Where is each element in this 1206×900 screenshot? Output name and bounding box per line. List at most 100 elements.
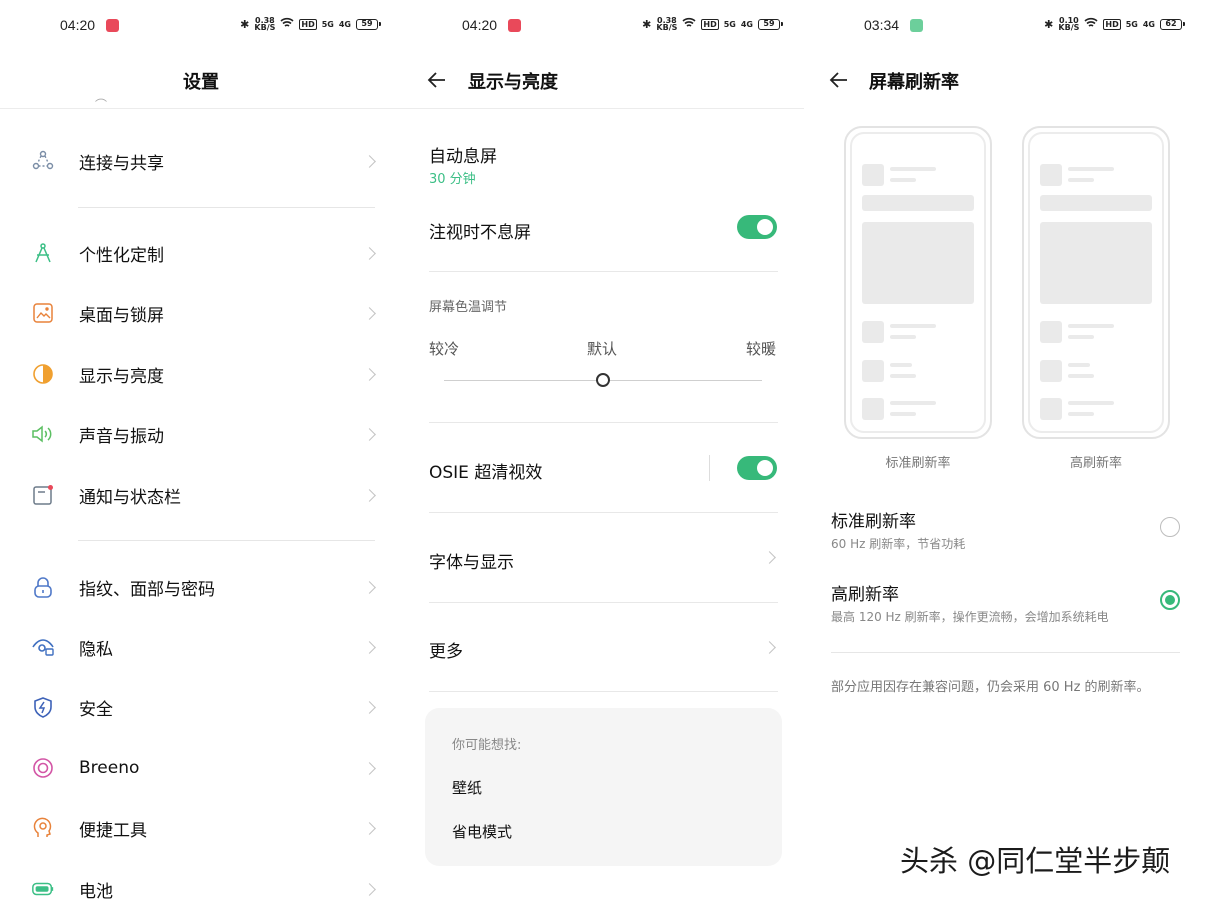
display-brightness-panel: 04:20 ✱ 0.38 KB/S HD 5G 4G 59 显示与亮度 自动息屏 … [402, 0, 804, 900]
privacy-eye-icon [31, 635, 55, 659]
signal-5g-icon: 5G [723, 19, 736, 29]
net-speed: 0.38 KB/S [656, 16, 678, 32]
settings-item[interactable]: 声音与振动 [0, 404, 402, 464]
back-arrow-icon[interactable] [829, 70, 849, 90]
tools-icon [31, 816, 55, 840]
status-time: 04:20 [60, 17, 96, 33]
suggestion-power-saving-link[interactable]: 省电模式 [452, 821, 512, 842]
signal-5g-icon: 5G [321, 19, 334, 29]
chevron-right-icon [363, 882, 376, 896]
settings-item-label: 通知与状态栏 [79, 487, 181, 508]
settings-item[interactable]: 个性化定制 [0, 223, 402, 283]
skeleton-block [1068, 335, 1094, 339]
status-time: 03:34 [864, 17, 900, 33]
speaker-icon [31, 422, 55, 446]
settings-item-label: 桌面与锁屏 [79, 305, 164, 326]
skeleton-block [890, 324, 936, 328]
hd-icon: HD [299, 18, 317, 30]
status-bar: 04:20 ✱ 0.38 KB/S HD 5G 4G 59 [402, 0, 804, 52]
color-temp-default-label: 默认 [587, 340, 618, 358]
page-title: 屏幕刷新率 [869, 72, 959, 93]
shield-icon [31, 695, 55, 719]
chevron-right-icon [363, 761, 376, 775]
divider [429, 422, 778, 423]
share-nodes-icon [31, 149, 55, 173]
skeleton-block [1040, 321, 1062, 343]
chevron-right-icon [763, 641, 776, 654]
osie-label: OSIE 超清视效 [429, 463, 543, 483]
gaze-keep-on-toggle[interactable] [737, 215, 777, 239]
net-speed: 0.10 KB/S [1058, 16, 1080, 32]
settings-item-label: 便捷工具 [79, 820, 147, 841]
bluetooth-icon: ✱ [240, 17, 250, 31]
suggestion-card: 你可能想找: 壁纸 省电模式 [425, 708, 782, 866]
brightness-icon [31, 362, 55, 386]
header-divider [0, 108, 402, 109]
suggestion-hint: 你可能想找: [452, 738, 522, 753]
chevron-right-icon [363, 580, 376, 594]
skeleton-block [862, 321, 884, 343]
recording-icon [508, 19, 521, 32]
color-temp-warm-label: 较暖 [746, 340, 777, 358]
skeleton-block [1068, 178, 1094, 182]
bluetooth-icon: ✱ [1044, 17, 1054, 31]
recording-icon [106, 19, 119, 32]
lock-icon [31, 575, 55, 599]
settings-item-label: 连接与共享 [79, 153, 164, 174]
settings-item[interactable]: 显示与亮度 [0, 344, 402, 404]
settings-item[interactable]: 电池 [0, 859, 402, 900]
wifi-icon [280, 17, 294, 31]
status-right: ✱ 0.38 KB/S HD 5G 4G 59 [642, 16, 783, 32]
hd-icon: HD [701, 18, 719, 30]
divider [429, 512, 778, 513]
settings-item[interactable]: 安全 [0, 677, 402, 737]
color-temp-section-label: 屏幕色温调节 [429, 300, 508, 315]
separator [709, 455, 710, 481]
high-preview-caption: 高刷新率 [1069, 456, 1122, 471]
settings-item[interactable]: 连接与共享 [0, 131, 402, 191]
settings-item[interactable]: 便捷工具 [0, 798, 402, 858]
divider [831, 652, 1180, 653]
skeleton-block [1068, 167, 1114, 171]
status-time: 04:20 [462, 17, 498, 33]
skeleton-block [1040, 360, 1062, 382]
option-subtitle: 60 Hz 刷新率，节省功耗 [831, 537, 966, 551]
skeleton-block [890, 178, 916, 182]
battery-icon [31, 877, 55, 900]
osie-toggle[interactable] [737, 456, 777, 480]
settings-item[interactable]: Breeno [0, 738, 402, 798]
settings-item[interactable]: 桌面与锁屏 [0, 283, 402, 343]
page-title: 显示与亮度 [468, 72, 558, 93]
chevron-right-icon [763, 551, 776, 564]
skeleton-block [890, 401, 936, 405]
chevron-right-icon [363, 640, 376, 654]
suggestion-wallpaper-link[interactable]: 壁纸 [452, 777, 482, 798]
chevron-right-icon [363, 367, 376, 381]
bluetooth-icon: ✱ [642, 17, 652, 31]
settings-item-label: Breeno [79, 758, 140, 778]
skeleton-block [1068, 374, 1094, 378]
scrolled-item-fragment: ⌒ [95, 98, 108, 106]
battery-status-icon: 62 [1160, 18, 1185, 30]
settings-item-label: 个性化定制 [79, 245, 164, 266]
status-bar: 03:34 ✱ 0.10 KB/S HD 5G 4G 62 [804, 0, 1206, 52]
skeleton-block [1068, 363, 1090, 367]
back-arrow-icon[interactable] [427, 70, 447, 90]
radio-button[interactable] [1160, 590, 1180, 610]
skeleton-block [862, 222, 974, 304]
settings-item[interactable]: 指纹、面部与密码 [0, 557, 402, 617]
skeleton-block [1068, 324, 1114, 328]
settings-item[interactable]: 隐私 [0, 617, 402, 677]
status-bar: 04:20 ✱ 0.38 KB/S HD 5G 4G 59 [0, 0, 402, 52]
settings-item[interactable]: 通知与状态栏 [0, 465, 402, 525]
chevron-right-icon [363, 488, 376, 502]
signal-4g-icon: 4G [1142, 19, 1155, 29]
app-notification-icon [910, 19, 923, 32]
refresh-rate-panel: 03:34 ✱ 0.10 KB/S HD 5G 4G 62 屏幕刷新率 标准刷新率… [804, 0, 1206, 900]
settings-item-label: 指纹、面部与密码 [79, 579, 215, 600]
option-subtitle: 最高 120 Hz 刷新率，操作更流畅，会增加系统耗电 [831, 610, 1109, 624]
color-temp-slider-thumb[interactable] [596, 373, 610, 387]
section-divider [78, 207, 375, 208]
skeleton-block [1040, 398, 1062, 420]
radio-button[interactable] [1160, 517, 1180, 537]
